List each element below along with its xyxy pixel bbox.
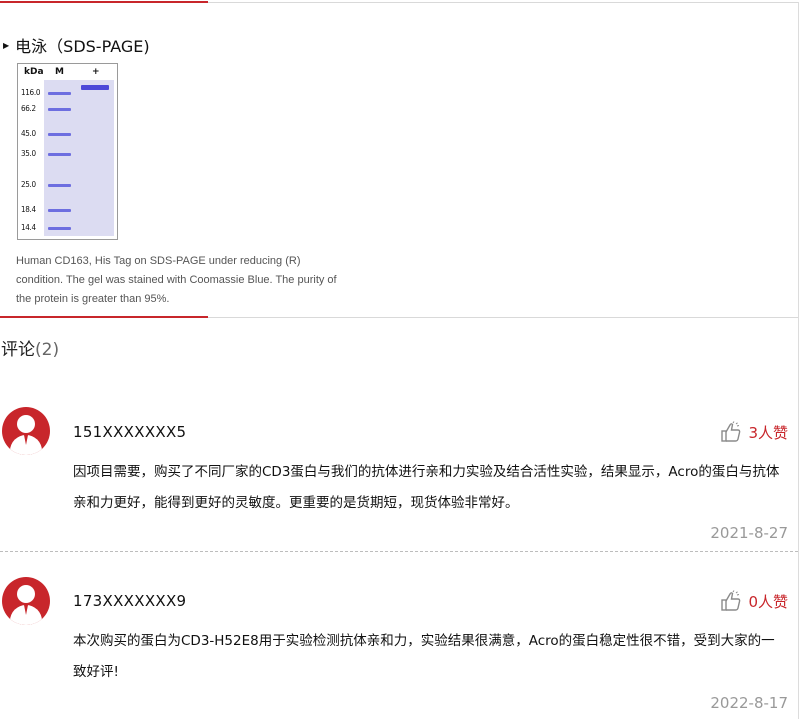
comment-text: 因项目需要，购买了不同厂家的CD3蛋白与我们的抗体进行亲和力实验及结合活性实验，… xyxy=(73,464,780,511)
comment-date: 2021-8-27 xyxy=(710,524,788,542)
top-divider-accent xyxy=(0,1,208,3)
comments-title: 评论 xyxy=(1,340,35,360)
comment-username: 151XXXXXXX5 xyxy=(73,423,187,441)
user-avatar-icon xyxy=(2,577,50,625)
gel-caption: Human CD163, His Tag on SDS-PAGE under r… xyxy=(16,255,337,305)
like-button[interactable]: 0人赞 xyxy=(720,590,788,612)
section-title-text: 电泳（SDS-PAGE) xyxy=(15,37,150,56)
comments-count: (2) xyxy=(35,340,60,360)
sds-page-gel-image: kDa M + 116.0 66.2 45.0 35.0 25.0 18.4 1… xyxy=(17,63,118,240)
mw-label: 14.4 xyxy=(21,223,36,232)
like-button[interactable]: 3人赞 xyxy=(720,421,788,443)
mw-label: 66.2 xyxy=(21,104,36,113)
section-title: ▶ 电泳（SDS-PAGE) xyxy=(3,33,150,57)
gel-header-marker: M xyxy=(55,67,64,77)
gel-header-sample: + xyxy=(92,67,100,77)
gel-lanes xyxy=(44,80,114,236)
comment-username: 173XXXXXXX9 xyxy=(73,592,187,610)
mw-label: 116.0 xyxy=(21,88,41,97)
gel-header-kda: kDa xyxy=(24,67,44,77)
comment-text: 本次购买的蛋白为CD3-H52E8用于实验检测抗体亲和力，实验结果很满意，Acr… xyxy=(73,633,775,680)
section-divider-accent xyxy=(0,316,208,318)
comment-separator xyxy=(0,551,798,552)
marker-band xyxy=(48,108,71,111)
marker-band xyxy=(48,209,71,212)
comments-heading: 评论(2) xyxy=(1,335,59,360)
comment-date: 2022-8-17 xyxy=(710,694,788,712)
marker-band xyxy=(48,153,71,156)
like-count: 3人赞 xyxy=(748,423,788,442)
like-count: 0人赞 xyxy=(748,592,788,611)
right-border xyxy=(798,2,799,719)
sample-band xyxy=(81,85,109,90)
marker-band xyxy=(48,133,71,136)
triangle-right-icon: ▶ xyxy=(3,40,10,50)
mw-label: 18.4 xyxy=(21,205,36,214)
marker-band xyxy=(48,184,71,187)
mw-label: 45.0 xyxy=(21,129,36,138)
thumbs-up-icon xyxy=(721,421,741,442)
mw-label: 25.0 xyxy=(21,180,36,189)
marker-band xyxy=(48,227,71,230)
thumbs-up-icon xyxy=(721,590,741,611)
user-avatar-icon xyxy=(2,407,50,455)
marker-band xyxy=(48,92,71,95)
mw-label: 35.0 xyxy=(21,149,36,158)
